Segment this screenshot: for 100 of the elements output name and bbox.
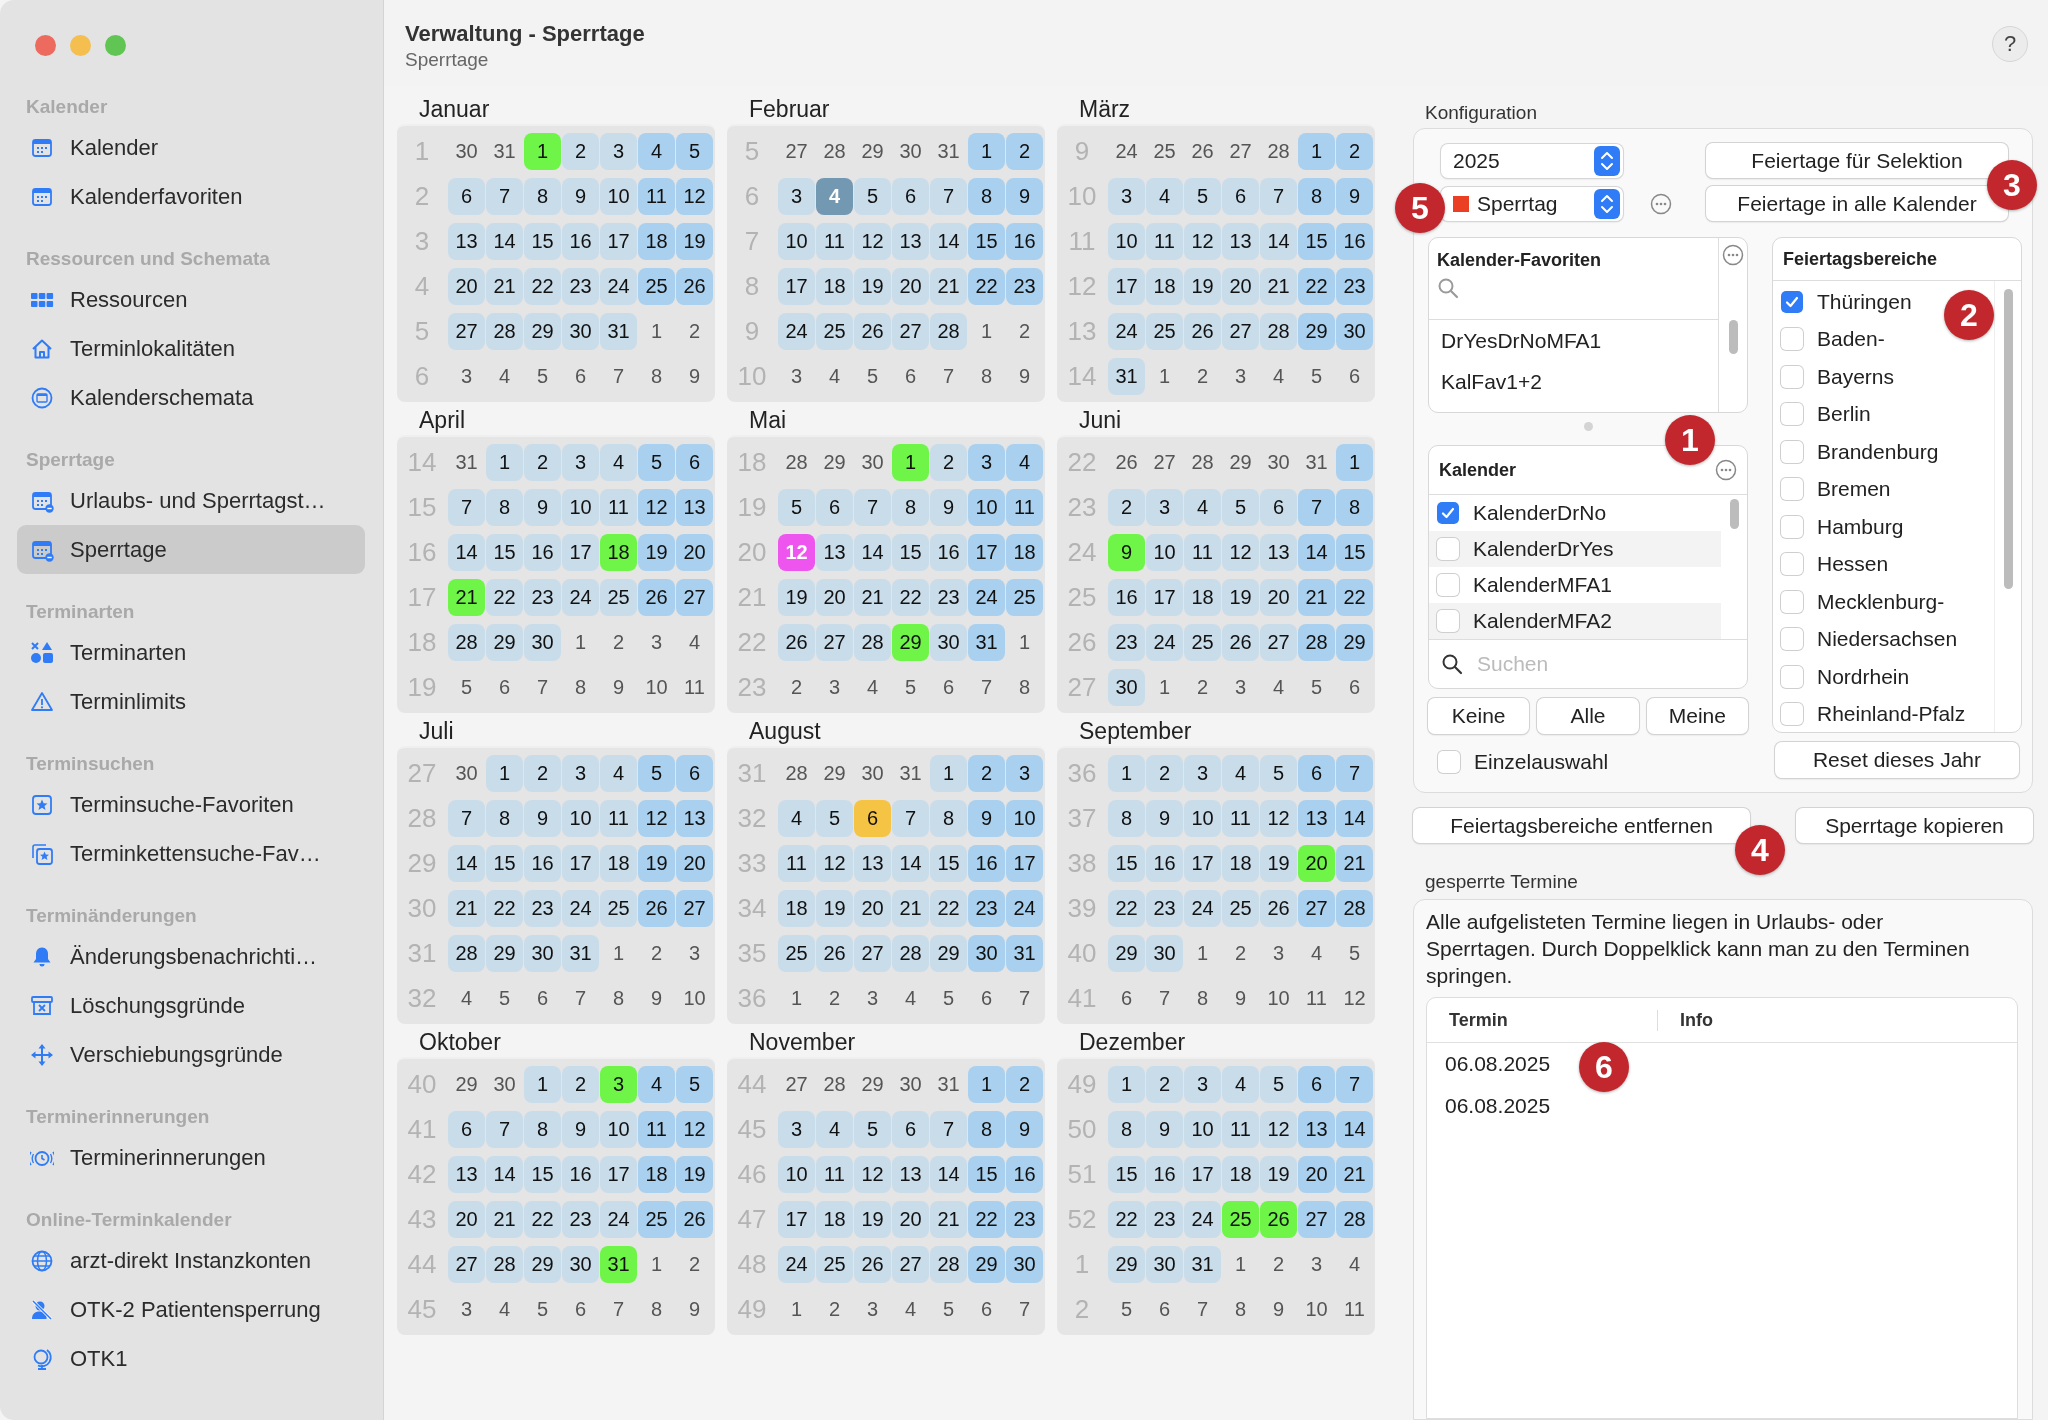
day-cell[interactable]: 17 bbox=[778, 1201, 815, 1238]
day-cell[interactable]: 21 bbox=[854, 579, 891, 616]
day-cell[interactable]: 9 bbox=[600, 669, 637, 706]
day-cell[interactable]: 30 bbox=[968, 935, 1005, 972]
day-cell[interactable]: 17 bbox=[1184, 845, 1221, 882]
day-cell[interactable]: 20 bbox=[854, 890, 891, 927]
day-cell[interactable]: 25 bbox=[1146, 133, 1183, 170]
checkbox[interactable] bbox=[1781, 553, 1803, 576]
day-cell[interactable]: 25 bbox=[816, 313, 853, 350]
day-cell[interactable]: 21 bbox=[930, 1201, 967, 1238]
day-cell[interactable]: 13 bbox=[816, 534, 853, 571]
day-cell[interactable]: 3 bbox=[778, 178, 815, 215]
day-cell[interactable]: 30 bbox=[854, 755, 891, 792]
day-cell[interactable]: 9 bbox=[1146, 1111, 1183, 1148]
selection-button[interactable]: Meine bbox=[1646, 698, 1748, 734]
day-cell[interactable]: 15 bbox=[930, 845, 967, 882]
day-cell[interactable]: 1 bbox=[524, 1066, 561, 1103]
day-cell[interactable]: 6 bbox=[524, 980, 561, 1017]
checkbox[interactable] bbox=[1781, 403, 1803, 426]
day-cell[interactable]: 3 bbox=[854, 980, 891, 1017]
day-cell[interactable]: 18 bbox=[638, 223, 675, 260]
day-cell[interactable]: 19 bbox=[676, 223, 713, 260]
day-cell[interactable]: 25 bbox=[1222, 890, 1259, 927]
day-cell[interactable]: 9 bbox=[638, 980, 675, 1017]
day-cell[interactable]: 8 bbox=[968, 1111, 1005, 1148]
day-cell[interactable]: 22 bbox=[486, 890, 523, 927]
day-cell[interactable]: 7 bbox=[1260, 178, 1297, 215]
day-cell[interactable]: 28 bbox=[1260, 133, 1297, 170]
day-cell[interactable]: 7 bbox=[600, 358, 637, 395]
day-cell[interactable]: 7 bbox=[854, 489, 891, 526]
day-cell[interactable]: 28 bbox=[930, 313, 967, 350]
day-cell[interactable]: 21 bbox=[892, 890, 929, 927]
day-cell[interactable]: 3 bbox=[1298, 1246, 1335, 1283]
day-cell[interactable]: 3 bbox=[778, 1111, 815, 1148]
day-cell[interactable]: 1 bbox=[600, 935, 637, 972]
checkbox[interactable] bbox=[1437, 574, 1459, 596]
day-cell[interactable]: 7 bbox=[524, 669, 561, 706]
day-cell[interactable]: 5 bbox=[892, 669, 929, 706]
sidebar-item[interactable]: OTK1 bbox=[17, 1334, 365, 1383]
day-cell[interactable]: 5 bbox=[1184, 178, 1221, 215]
day-cell[interactable]: 18 bbox=[1184, 579, 1221, 616]
day-cell[interactable]: 27 bbox=[1298, 890, 1335, 927]
day-cell[interactable]: 9 bbox=[676, 358, 713, 395]
day-cell[interactable]: 8 bbox=[1336, 489, 1373, 526]
calendar-name[interactable]: KalenderMFA2 bbox=[1473, 609, 1612, 633]
day-cell[interactable]: 23 bbox=[1006, 268, 1043, 305]
day-cell[interactable]: 5 bbox=[1260, 1066, 1297, 1103]
day-cell[interactable]: 7 bbox=[930, 1111, 967, 1148]
day-cell[interactable]: 11 bbox=[816, 223, 853, 260]
day-cell[interactable]: 28 bbox=[854, 624, 891, 661]
day-cell[interactable]: 13 bbox=[1260, 534, 1297, 571]
day-cell[interactable]: 6 bbox=[1260, 489, 1297, 526]
day-cell[interactable]: 1 bbox=[524, 133, 561, 170]
day-cell[interactable]: 28 bbox=[778, 755, 815, 792]
day-cell[interactable]: 21 bbox=[448, 890, 485, 927]
day-cell[interactable]: 4 bbox=[448, 980, 485, 1017]
day-cell[interactable]: 6 bbox=[968, 1291, 1005, 1328]
day-cell[interactable]: 24 bbox=[1108, 313, 1145, 350]
day-cell[interactable]: 5 bbox=[638, 755, 675, 792]
day-cell[interactable]: 16 bbox=[1006, 223, 1043, 260]
day-cell[interactable]: 10 bbox=[1184, 800, 1221, 837]
day-cell[interactable]: 12 bbox=[1336, 980, 1373, 1017]
day-cell[interactable]: 22 bbox=[1108, 1201, 1145, 1238]
day-cell[interactable]: 10 bbox=[600, 178, 637, 215]
day-cell[interactable]: 15 bbox=[524, 1156, 561, 1193]
region-name[interactable]: Rheinland-Pfalz bbox=[1817, 702, 1966, 727]
close-button[interactable] bbox=[35, 35, 56, 56]
day-cell[interactable]: 1 bbox=[930, 755, 967, 792]
day-cell[interactable]: 29 bbox=[1222, 444, 1259, 481]
day-cell[interactable]: 30 bbox=[892, 1066, 929, 1103]
day-cell[interactable]: 3 bbox=[854, 1291, 891, 1328]
day-cell[interactable]: 13 bbox=[676, 800, 713, 837]
day-cell[interactable]: 2 bbox=[1108, 489, 1145, 526]
day-cell[interactable]: 2 bbox=[524, 755, 561, 792]
day-cell[interactable]: 18 bbox=[1222, 845, 1259, 882]
day-cell[interactable]: 18 bbox=[600, 534, 637, 571]
column-header[interactable]: Info bbox=[1658, 1009, 1713, 1031]
day-cell[interactable]: 27 bbox=[676, 890, 713, 927]
more-icon[interactable] bbox=[1650, 192, 1672, 215]
day-cell[interactable]: 1 bbox=[968, 133, 1005, 170]
day-cell[interactable]: 9 bbox=[676, 1291, 713, 1328]
day-cell[interactable]: 15 bbox=[968, 1156, 1005, 1193]
day-cell[interactable]: 29 bbox=[854, 1066, 891, 1103]
day-cell[interactable]: 11 bbox=[816, 1156, 853, 1193]
day-cell[interactable]: 15 bbox=[1298, 223, 1335, 260]
day-cell[interactable]: 4 bbox=[1146, 178, 1183, 215]
day-cell[interactable]: 15 bbox=[524, 223, 561, 260]
day-cell[interactable]: 5 bbox=[638, 444, 675, 481]
day-cell[interactable]: 5 bbox=[676, 133, 713, 170]
day-cell[interactable]: 3 bbox=[1108, 178, 1145, 215]
zoom-button[interactable] bbox=[105, 35, 126, 56]
day-cell[interactable]: 10 bbox=[778, 223, 815, 260]
day-cell[interactable]: 29 bbox=[930, 935, 967, 972]
day-cell[interactable]: 28 bbox=[448, 935, 485, 972]
day-cell[interactable]: 27 bbox=[1146, 444, 1183, 481]
day-cell[interactable]: 26 bbox=[854, 1246, 891, 1283]
day-cell[interactable]: 4 bbox=[854, 669, 891, 706]
day-cell[interactable]: 4 bbox=[1222, 755, 1259, 792]
day-cell[interactable]: 2 bbox=[1006, 133, 1043, 170]
day-cell[interactable]: 31 bbox=[486, 133, 523, 170]
